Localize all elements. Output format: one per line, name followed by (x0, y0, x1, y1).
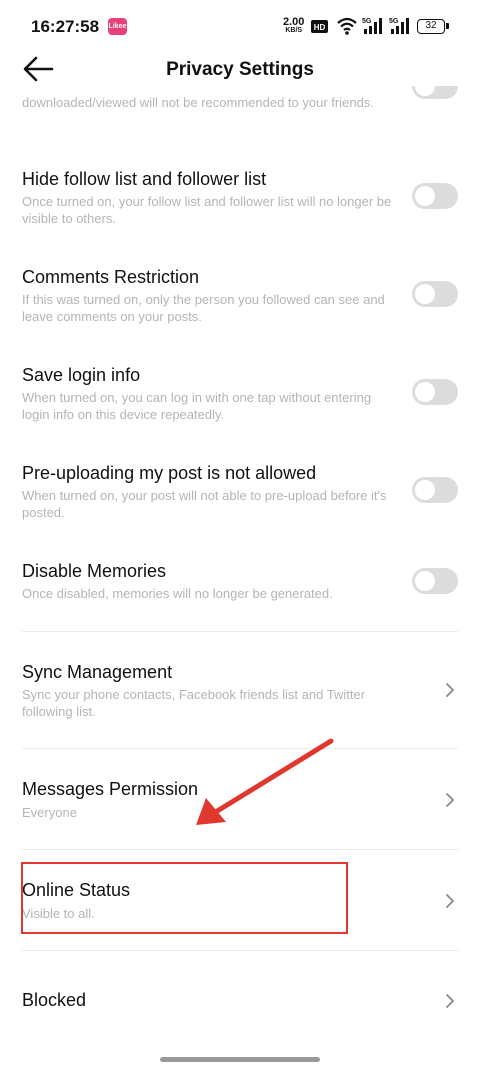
page-title: Privacy Settings (166, 59, 314, 80)
wifi-icon (337, 17, 357, 35)
setting-title: Hide follow list and follower list (22, 169, 267, 189)
status-bar: 16:27:58 Likee 2.00 KB/S HD 5G 5G 32 (0, 0, 480, 52)
highlight-box (21, 862, 348, 934)
divider (22, 631, 458, 632)
setting-desc: When turned on, you can log in with one … (22, 390, 372, 422)
toggle-save-login[interactable] (412, 379, 458, 405)
chevron-right-icon (446, 793, 454, 807)
divider (22, 849, 458, 850)
setting-desc: Once disabled, memories will no longer b… (22, 586, 333, 601)
setting-row-blocked[interactable]: Blocked (0, 986, 480, 1016)
home-indicator[interactable] (160, 1057, 320, 1062)
signal-5g-icon-2: 5G (389, 18, 409, 34)
setting-title: Disable Memories (22, 561, 167, 581)
setting-row-memories: Disable Memories Once disabled, memories… (0, 556, 480, 606)
toggle-partial[interactable] (412, 86, 458, 99)
app-notification-icon: Likee (108, 18, 127, 35)
chevron-right-icon (446, 994, 454, 1008)
setting-desc: When turned on, your post will not able … (22, 488, 387, 520)
divider (22, 748, 458, 749)
setting-row-comments: Comments Restriction If this was turned … (0, 262, 480, 324)
setting-title: Pre-uploading my post is not allowed (22, 463, 317, 483)
svg-text:5G: 5G (362, 18, 372, 25)
svg-text:5G: 5G (389, 18, 399, 25)
setting-title: Save login info (22, 365, 141, 385)
setting-row-preupload: Pre-uploading my post is not allowed Whe… (0, 458, 480, 520)
hd-icon: HD (311, 20, 328, 33)
toggle-preupload[interactable] (412, 477, 458, 503)
chevron-right-icon (446, 683, 454, 697)
toggle-hide-follow[interactable] (412, 183, 458, 209)
header: Privacy Settings (0, 52, 480, 86)
setting-desc: Sync your phone contacts, Facebook frien… (22, 687, 365, 719)
toggle-memories[interactable] (412, 568, 458, 594)
setting-row-messages[interactable]: Messages Permission Everyone (0, 774, 480, 824)
setting-row-sync[interactable]: Sync Management Sync your phone contacts… (0, 657, 480, 719)
setting-row-save-login: Save login info When turned on, you can … (0, 360, 480, 422)
setting-desc: downloaded/viewed will not be recommende… (22, 95, 374, 110)
setting-row-hide-follow: Hide follow list and follower list Once … (0, 164, 480, 226)
signal-5g-icon: 5G (362, 18, 382, 34)
divider (22, 950, 458, 951)
network-speed-unit: KB/S (285, 27, 303, 34)
setting-title: Blocked (22, 990, 87, 1010)
setting-desc: Once turned on, your follow list and fol… (22, 194, 392, 226)
battery-icon: 32 (417, 19, 449, 34)
setting-title: Messages Permission (22, 779, 199, 799)
setting-title: Sync Management (22, 662, 173, 682)
status-time: 16:27:58 (31, 17, 100, 36)
setting-row-partial: downloaded/viewed will not be recommende… (0, 86, 480, 136)
network-speed: 2.00 KB/S (283, 17, 304, 35)
chevron-right-icon (446, 894, 454, 908)
setting-desc: If this was turned on, only the person y… (22, 292, 385, 324)
setting-title: Comments Restriction (22, 267, 200, 287)
toggle-comments[interactable] (412, 281, 458, 307)
setting-value: Everyone (22, 805, 77, 820)
